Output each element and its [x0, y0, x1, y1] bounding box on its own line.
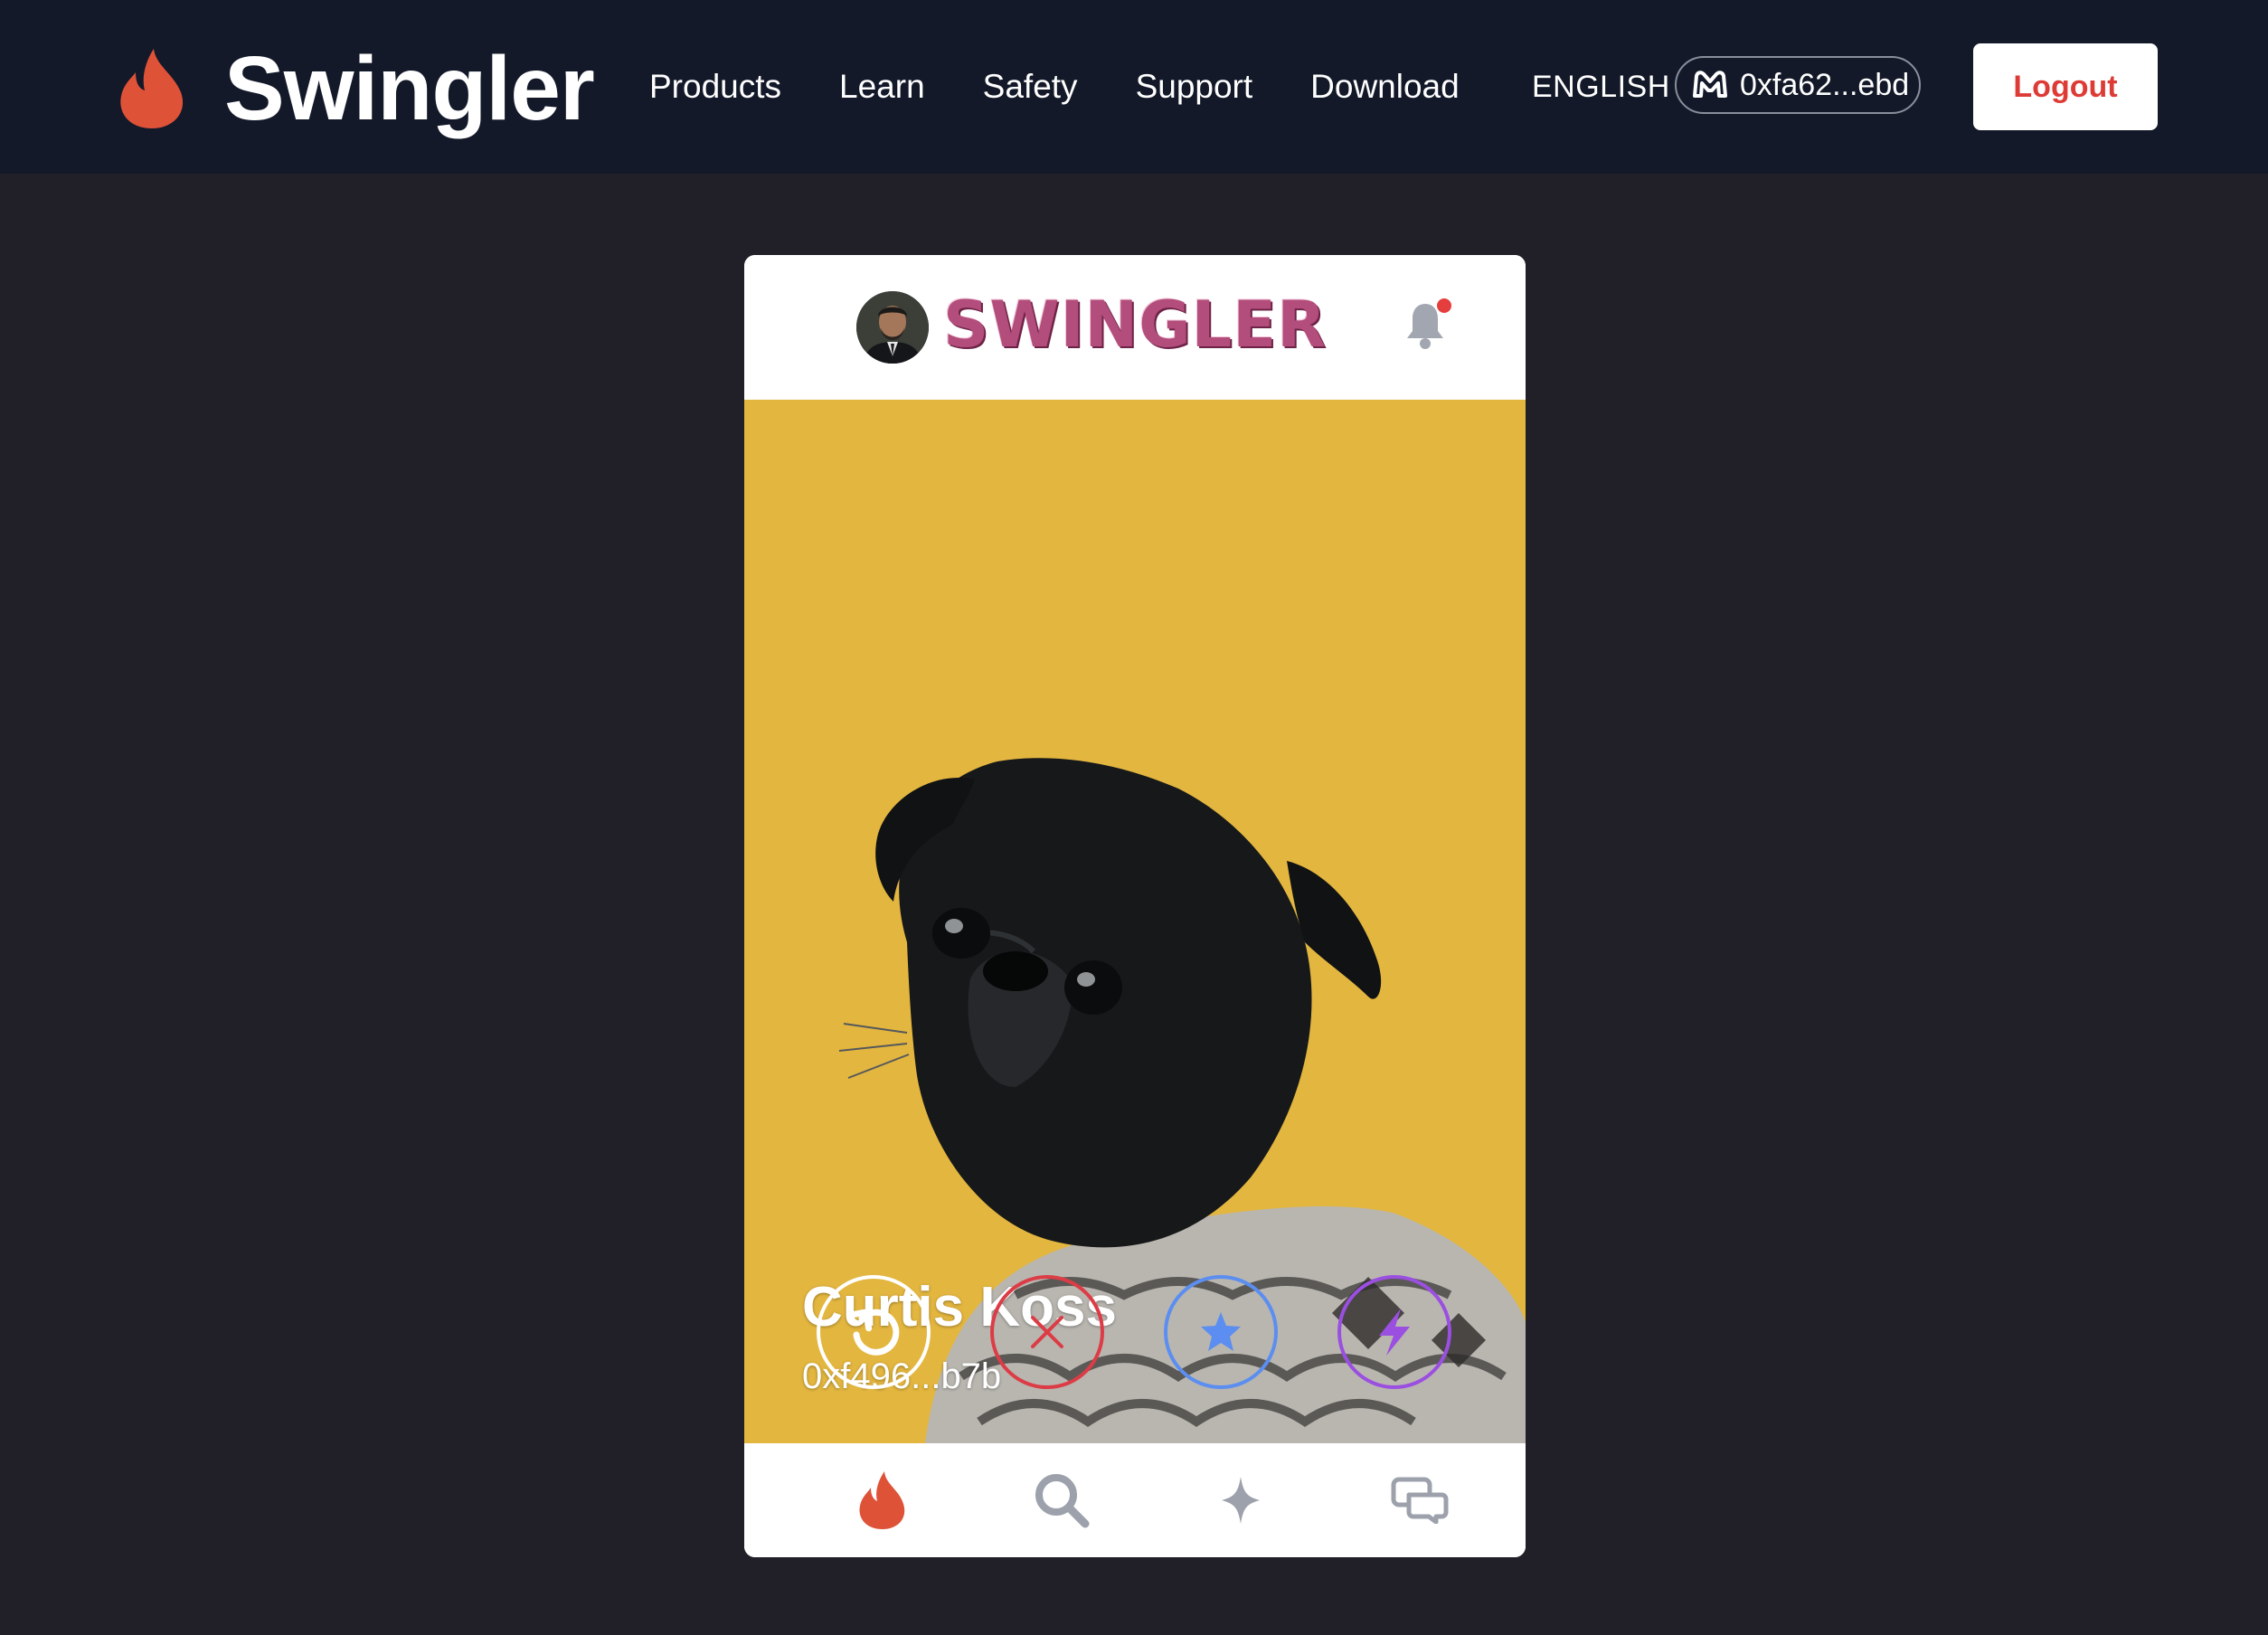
brand[interactable]: Swingler [118, 38, 595, 139]
flame-icon [859, 1471, 905, 1529]
nav-link-download[interactable]: Download [1310, 58, 1460, 116]
super-like-button[interactable] [1164, 1275, 1278, 1389]
lightning-icon [1379, 1309, 1410, 1356]
tab-swipe[interactable] [851, 1469, 914, 1532]
boost-button[interactable] [1337, 1275, 1451, 1389]
top-navbar: Swingler Products Learn Safety Support D… [0, 0, 2268, 174]
nav-link-learn[interactable]: Learn [839, 58, 925, 116]
app-header: SWINGLER [744, 255, 1526, 400]
logout-button[interactable]: Logout [1973, 43, 2158, 130]
search-icon [1035, 1474, 1090, 1528]
nav-links: Products Learn Safety Support Download [649, 58, 1517, 116]
brand-name: Swingler [224, 37, 595, 139]
sparkle-icon [1222, 1477, 1260, 1524]
nope-button[interactable] [990, 1275, 1104, 1389]
nav-link-products[interactable]: Products [649, 58, 781, 116]
wallet-button[interactable]: 0xfa62...ebd [1675, 56, 1921, 114]
nav-link-safety[interactable]: Safety [983, 58, 1078, 116]
rewind-button[interactable] [817, 1275, 931, 1389]
close-icon [1031, 1316, 1063, 1348]
star-icon [1201, 1312, 1241, 1351]
tab-gold[interactable] [1209, 1469, 1272, 1532]
rewind-icon [846, 1309, 900, 1356]
app-card: SWINGLER Curtis Koss 0xf496...b7b [744, 255, 1526, 1557]
metamask-icon [1693, 71, 1727, 98]
flame-icon [120, 49, 184, 128]
tab-messages[interactable] [1388, 1469, 1451, 1532]
tab-explore[interactable] [1030, 1469, 1093, 1532]
wallet-address: 0xfa62...ebd [1740, 67, 1910, 102]
chat-icon [1391, 1477, 1449, 1524]
bottom-nav [744, 1443, 1526, 1557]
nav-link-support[interactable]: Support [1136, 58, 1253, 116]
notification-dot [1437, 298, 1451, 313]
language-selector[interactable]: ENGLISH [1532, 58, 1670, 116]
